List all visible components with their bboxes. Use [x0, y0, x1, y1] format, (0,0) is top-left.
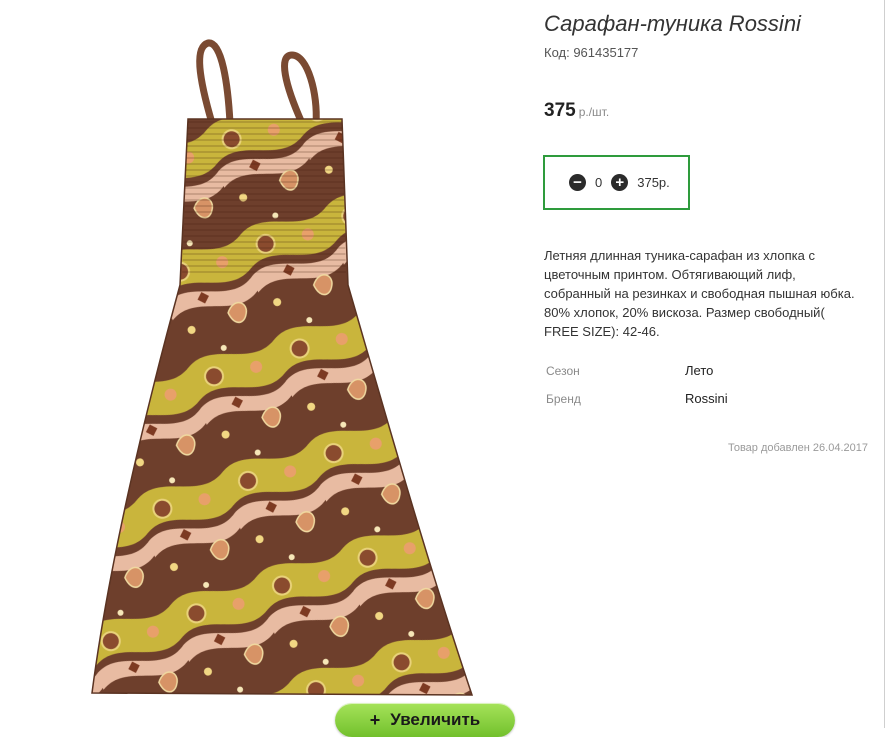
product-price: 375 р./шт. — [544, 100, 609, 122]
property-label: Бренд — [546, 392, 581, 406]
property-row-season: Сезон Лето — [544, 362, 844, 390]
property-value: Rossini — [685, 391, 728, 406]
plus-icon[interactable]: + — [611, 174, 629, 191]
product-properties: Сезон Лето Бренд Rossini — [544, 362, 844, 418]
minus-icon[interactable]: − — [569, 174, 586, 191]
product-image[interactable] — [80, 35, 540, 700]
product-description: Летняя длинная туника-сарафан из хлопка … — [544, 248, 855, 339]
product-title: Сарафан-туника Rossini — [544, 11, 801, 36]
quantity-total: 375р. — [637, 175, 670, 190]
zoom-button[interactable]: + Увеличить — [335, 703, 515, 737]
added-date: Товар добавлен 26.04.2017 — [727, 442, 868, 454]
quantity-value: 0 — [595, 175, 603, 190]
quantity-selector: − 0 + 375р. — [543, 155, 690, 210]
product-code: Код: 961435177 — [544, 45, 639, 60]
price-amount: 375 — [544, 100, 576, 121]
property-row-brand: Бренд Rossini — [544, 390, 844, 418]
property-value: Лето — [685, 363, 714, 378]
price-unit: р./шт. — [578, 105, 610, 119]
property-label: Сезон — [546, 364, 580, 378]
zoom-button-label: Увеличить — [390, 710, 481, 729]
scrollbar-line — [884, 0, 885, 728]
